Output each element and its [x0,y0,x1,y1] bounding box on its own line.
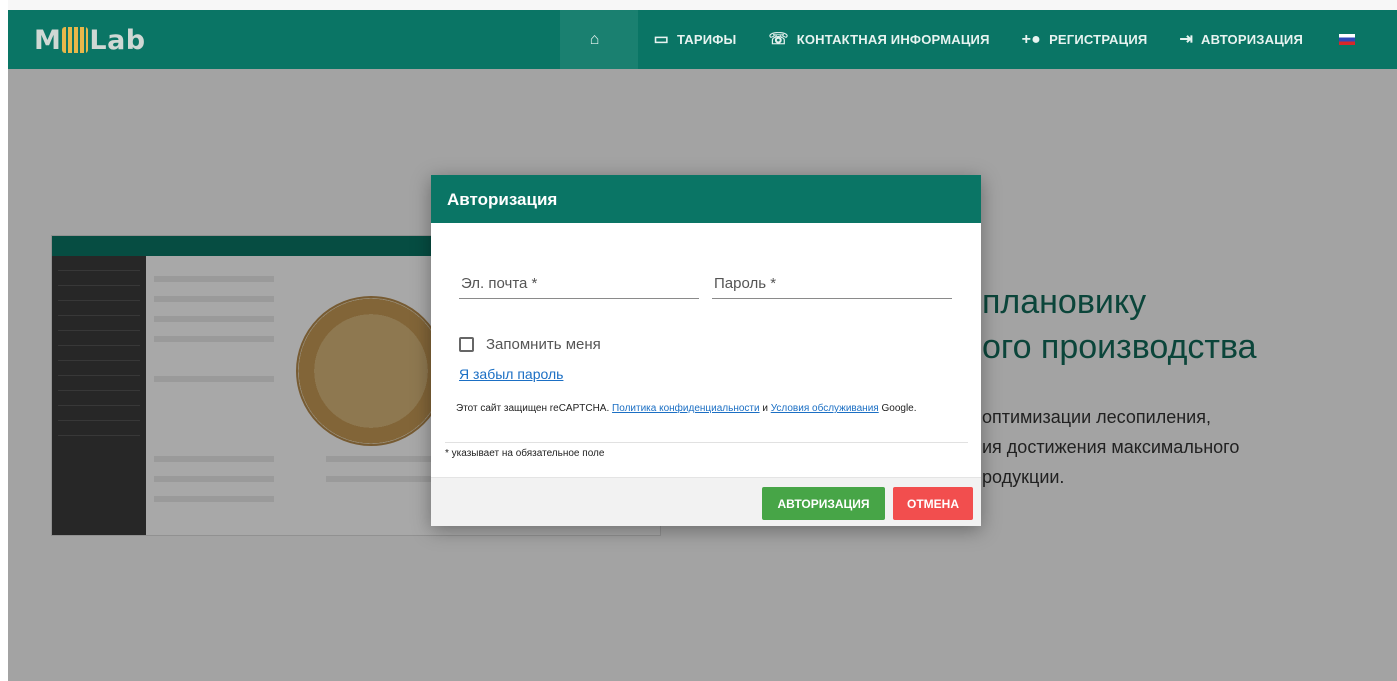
password-field[interactable]: Пароль * [712,275,952,299]
nav-home[interactable]: ⌂ [559,10,638,69]
nav-contacts[interactable]: ☏ КОНТАКТНАЯ ИНФОРМАЦИЯ [753,10,1006,69]
nav-login-label: АВТОРИЗАЦИЯ [1201,32,1303,47]
nav-login[interactable]: ⇥ АВТОРИЗАЦИЯ [1163,10,1319,69]
privacy-policy-link[interactable]: Политика конфиденциальности [612,403,760,414]
nav-contacts-label: КОНТАКТНАЯ ИНФОРМАЦИЯ [796,32,990,47]
dialog-title: Авторизация [431,175,981,223]
captcha-text-and: и [762,403,768,414]
phone-icon: ☏ [768,30,789,48]
add-user-icon: +● [1021,30,1042,48]
forgot-password-link[interactable]: Я забыл пароль [459,366,563,382]
remember-me-label[interactable]: Запомнить меня [486,336,601,353]
cancel-button[interactable]: ОТМЕНА [893,487,973,520]
recaptcha-notice: Этот сайт защищен reCAPTCHA. Политика ко… [456,403,917,414]
top-navigation-bar: M Lab ⌂ ▭ ТАРИФЫ ☏ КОНТАКТНАЯ ИНФОРМАЦИЯ… [8,10,1397,69]
brand-logo[interactable]: M Lab [34,24,146,56]
password-label: Пароль * [714,275,777,292]
main-nav: ⌂ ▭ ТАРИФЫ ☏ КОНТАКТНАЯ ИНФОРМАЦИЯ +● РЕ… [559,10,1397,69]
remember-me-checkbox[interactable] [459,337,474,352]
home-icon: ⌂ [589,30,600,48]
email-field[interactable]: Эл. почта * [459,275,699,299]
dialog-divider [445,442,968,443]
remember-me-row[interactable]: Запомнить меня [459,336,601,353]
login-icon: ⇥ [1179,30,1194,48]
captcha-text-1: Этот сайт защищен reCAPTCHA. [456,403,610,414]
login-button[interactable]: АВТОРИЗАЦИЯ [762,487,885,520]
nav-tariffs[interactable]: ▭ ТАРИФЫ [638,10,753,69]
nav-tariffs-label: ТАРИФЫ [676,32,737,47]
captcha-text-2: Google. [881,403,917,414]
terms-of-service-link[interactable]: Условия обслуживания [771,403,879,414]
nav-registration-label: РЕГИСТРАЦИЯ [1049,32,1148,47]
email-label: Эл. почта * [461,275,538,292]
ru-flag-icon[interactable] [1339,34,1355,45]
required-fields-note: * указывает на обязательное поле [445,448,605,459]
nav-registration[interactable]: +● РЕГИСТРАЦИЯ [1006,10,1164,69]
card-icon: ▭ [653,30,669,48]
logo-grid-icon [62,27,89,53]
